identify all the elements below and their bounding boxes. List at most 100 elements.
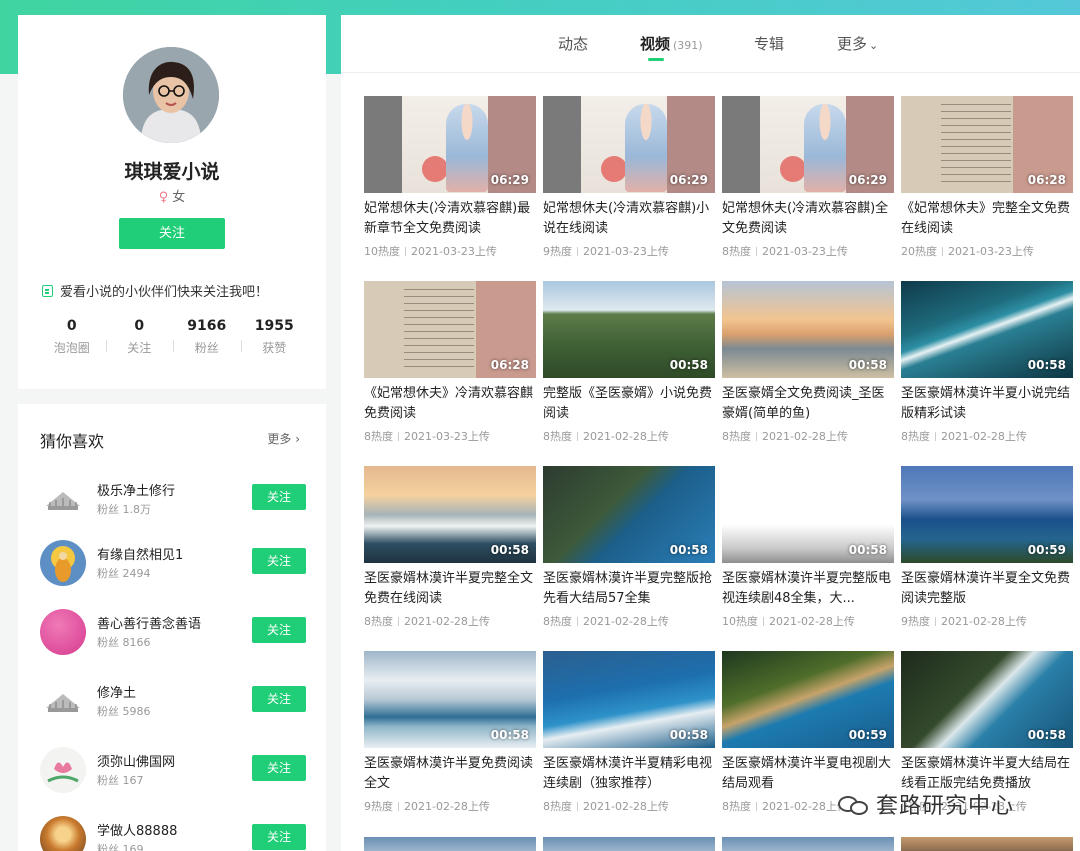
recommend-item[interactable]: 学做人88888 粉丝 169 关注	[40, 816, 308, 851]
video-card[interactable]: 00:58 圣医豪婿林漠许半夏精彩电视连续剧（独家推荐） 8热度 2021-02-28…	[543, 651, 715, 821]
video-card[interactable]: 00:58 圣医豪婿林漠许半夏小说完结版精彩试读 8热度 2021-02-28上传	[901, 281, 1073, 451]
follow-button[interactable]: 关注	[252, 824, 306, 850]
recommend-name: 有缘自然相见1	[97, 548, 184, 563]
video-duration: 00:58	[848, 358, 887, 372]
video-upload-date: 2021-02-28上传	[583, 615, 669, 628]
video-card[interactable]: 06:29 妃常想休夫(冷清欢慕容麒)最新章节全文免费阅读 10热度 2021-03-…	[364, 96, 536, 266]
video-card[interactable]: 00:58 圣医豪婿林漠许半夏完整全文免费在线阅读 8热度 2021-02-28上传	[364, 466, 536, 636]
video-title[interactable]: 《妃常想休夫》完整全文免费在线阅读	[901, 199, 1073, 239]
video-thumbnail-partial[interactable]	[364, 837, 536, 851]
recommend-item[interactable]: 有缘自然相见1 粉丝 2494 关注	[40, 540, 308, 590]
video-thumbnail[interactable]: 06:29	[543, 96, 715, 193]
video-duration: 00:58	[490, 728, 529, 742]
tab-more[interactable]: 更多 ⌄	[837, 33, 878, 54]
video-title[interactable]: 圣医豪婿林漠许半夏完整版抢先看大结局57全集	[543, 569, 715, 609]
follow-button[interactable]: 关注	[252, 686, 306, 712]
video-card[interactable]: 06:29 妃常想休夫(冷清欢慕容麒)小说在线阅读 9热度 2021-03-23上传	[543, 96, 715, 266]
video-duration: 00:59	[1027, 543, 1066, 557]
video-duration: 06:28	[1027, 173, 1066, 187]
stat-following[interactable]: 0 关注	[105, 316, 174, 356]
video-title[interactable]: 圣医豪婿林漠许半夏小说完结版精彩试读	[901, 384, 1073, 424]
video-thumbnail[interactable]: 06:28	[364, 281, 536, 378]
video-upload-date: 2021-02-28上传	[941, 615, 1027, 628]
video-card[interactable]: 06:28 《妃常想休夫》完整全文免费在线阅读 20热度 2021-03-23上传	[901, 96, 1073, 266]
tab-album[interactable]: 专辑	[754, 33, 784, 54]
meta-divider	[756, 432, 757, 441]
video-meta: 10热度 2021-03-23上传	[364, 243, 497, 259]
video-title[interactable]: 妃常想休夫(冷清欢慕容麒)最新章节全文免费阅读	[364, 199, 536, 239]
video-thumbnail[interactable]: 06:29	[364, 96, 536, 193]
recommend-item[interactable]: 须弥山佛国网 粉丝 167 关注	[40, 747, 308, 797]
video-heat: 9热度	[364, 800, 393, 813]
profile-gender: ♀ 女	[18, 186, 326, 205]
follow-button[interactable]: 关注	[119, 218, 225, 249]
video-thumbnail[interactable]: 00:58	[901, 651, 1073, 748]
video-thumbnail[interactable]: 00:58	[543, 651, 715, 748]
video-upload-date: 2021-03-23上传	[411, 245, 497, 258]
recommend-item[interactable]: 善心善行善念善语 粉丝 8166 关注	[40, 609, 308, 659]
recommend-item[interactable]: 极乐净土修行 粉丝 1.8万 关注	[40, 476, 308, 526]
video-title[interactable]: 完整版《圣医豪婿》小说免费阅读	[543, 384, 715, 424]
tab-bar: 动态 视频 (391) 专辑 更多 ⌄	[341, 15, 1080, 73]
follow-button[interactable]: 关注	[252, 755, 306, 781]
video-card[interactable]: 00:58 完整版《圣医豪婿》小说免费阅读 8热度 2021-02-28上传	[543, 281, 715, 451]
follow-button[interactable]: 关注	[252, 548, 306, 574]
meta-divider	[935, 617, 936, 626]
video-thumbnail-partial[interactable]	[722, 837, 894, 851]
video-title[interactable]: 圣医豪婿林漠许半夏完整版电视连续剧48全集，大...	[722, 569, 894, 609]
video-card[interactable]: 06:29 妃常想休夫(冷清欢慕容麒)全文免费阅读 8热度 2021-03-23上传	[722, 96, 894, 266]
video-title[interactable]: 妃常想休夫(冷清欢慕容麒)小说在线阅读	[543, 199, 715, 239]
video-card[interactable]: 00:58 圣医豪婿林漠许半夏完整版抢先看大结局57全集 8热度 2021-02-28…	[543, 466, 715, 636]
video-title[interactable]: 妃常想休夫(冷清欢慕容麒)全文免费阅读	[722, 199, 894, 239]
video-card[interactable]: 00:58 圣医豪婿全文免费阅读_圣医豪婿(简单的鱼) 8热度 2021-02-28上…	[722, 281, 894, 451]
video-thumbnail[interactable]: 00:58	[543, 281, 715, 378]
video-card[interactable]: 00:58 圣医豪婿林漠许半夏完整版电视连续剧48全集，大... 10热度 2021-…	[722, 466, 894, 636]
video-title[interactable]: 圣医豪婿林漠许半夏全文免费阅读完整版	[901, 569, 1073, 609]
video-card[interactable]: 00:58 圣医豪婿林漠许半夏免费阅读全文 9热度 2021-02-28上传	[364, 651, 536, 821]
tab-dynamic[interactable]: 动态	[558, 33, 588, 54]
follow-button[interactable]: 关注	[252, 484, 306, 510]
video-duration: 00:58	[669, 543, 708, 557]
video-thumbnail-partial[interactable]	[901, 837, 1073, 851]
video-title[interactable]: 圣医豪婿全文免费阅读_圣医豪婿(简单的鱼)	[722, 384, 894, 424]
video-upload-date: 2021-02-28上传	[762, 800, 848, 813]
video-heat: 8热度	[364, 430, 393, 443]
meta-divider	[763, 617, 764, 626]
watermark-text: 套路研究中心	[876, 794, 1015, 819]
recommend-more-link[interactable]: 更多 ›	[267, 430, 300, 447]
video-title[interactable]: 圣医豪婿林漠许半夏精彩电视连续剧（独家推荐）	[543, 754, 715, 794]
video-thumbnail[interactable]: 00:58	[543, 466, 715, 563]
stat-followers[interactable]: 9166 粉丝	[173, 316, 241, 356]
video-title[interactable]: 圣医豪婿林漠许半夏完整全文免费在线阅读	[364, 569, 536, 609]
meta-divider	[577, 617, 578, 626]
video-thumbnail[interactable]: 06:28	[901, 96, 1073, 193]
video-thumbnail[interactable]: 00:58	[364, 466, 536, 563]
video-meta: 8热度 2021-02-28上传	[722, 798, 848, 814]
meta-divider	[942, 247, 943, 256]
video-card[interactable]: 06:28 《妃常想休夫》冷清欢慕容麒免费阅读 8热度 2021-03-23上传	[364, 281, 536, 451]
video-heat: 8热度	[722, 245, 751, 258]
flower-decoration	[601, 156, 627, 182]
meta-divider	[398, 432, 399, 441]
video-thumbnail[interactable]: 00:58	[901, 281, 1073, 378]
avatar[interactable]	[123, 47, 219, 143]
video-upload-date: 2021-02-28上传	[404, 615, 490, 628]
recommend-fans: 粉丝 2494	[97, 567, 151, 580]
stat-bubble-circle[interactable]: 0 泡泡圈	[38, 316, 106, 356]
recommend-title: 猜你喜欢	[40, 432, 105, 451]
video-thumbnail[interactable]: 00:59	[722, 651, 894, 748]
video-thumbnail[interactable]: 00:58	[364, 651, 536, 748]
video-thumbnail[interactable]: 06:29	[722, 96, 894, 193]
video-thumbnail[interactable]: 00:58	[722, 466, 894, 563]
tab-video[interactable]: 视频 (391)	[640, 33, 703, 54]
video-title[interactable]: 《妃常想休夫》冷清欢慕容麒免费阅读	[364, 384, 536, 424]
video-thumbnail[interactable]: 00:59	[901, 466, 1073, 563]
follow-button[interactable]: 关注	[252, 617, 306, 643]
video-card[interactable]: 00:59 圣医豪婿林漠许半夏全文免费阅读完整版 9热度 2021-02-28上传	[901, 466, 1073, 636]
video-title[interactable]: 圣医豪婿林漠许半夏免费阅读全文	[364, 754, 536, 794]
video-upload-date: 2021-03-23上传	[948, 245, 1034, 258]
video-thumbnail[interactable]: 00:58	[722, 281, 894, 378]
meta-divider	[398, 802, 399, 811]
video-thumbnail-partial[interactable]	[543, 837, 715, 851]
recommend-item[interactable]: 修净土 粉丝 5986 关注	[40, 678, 308, 728]
